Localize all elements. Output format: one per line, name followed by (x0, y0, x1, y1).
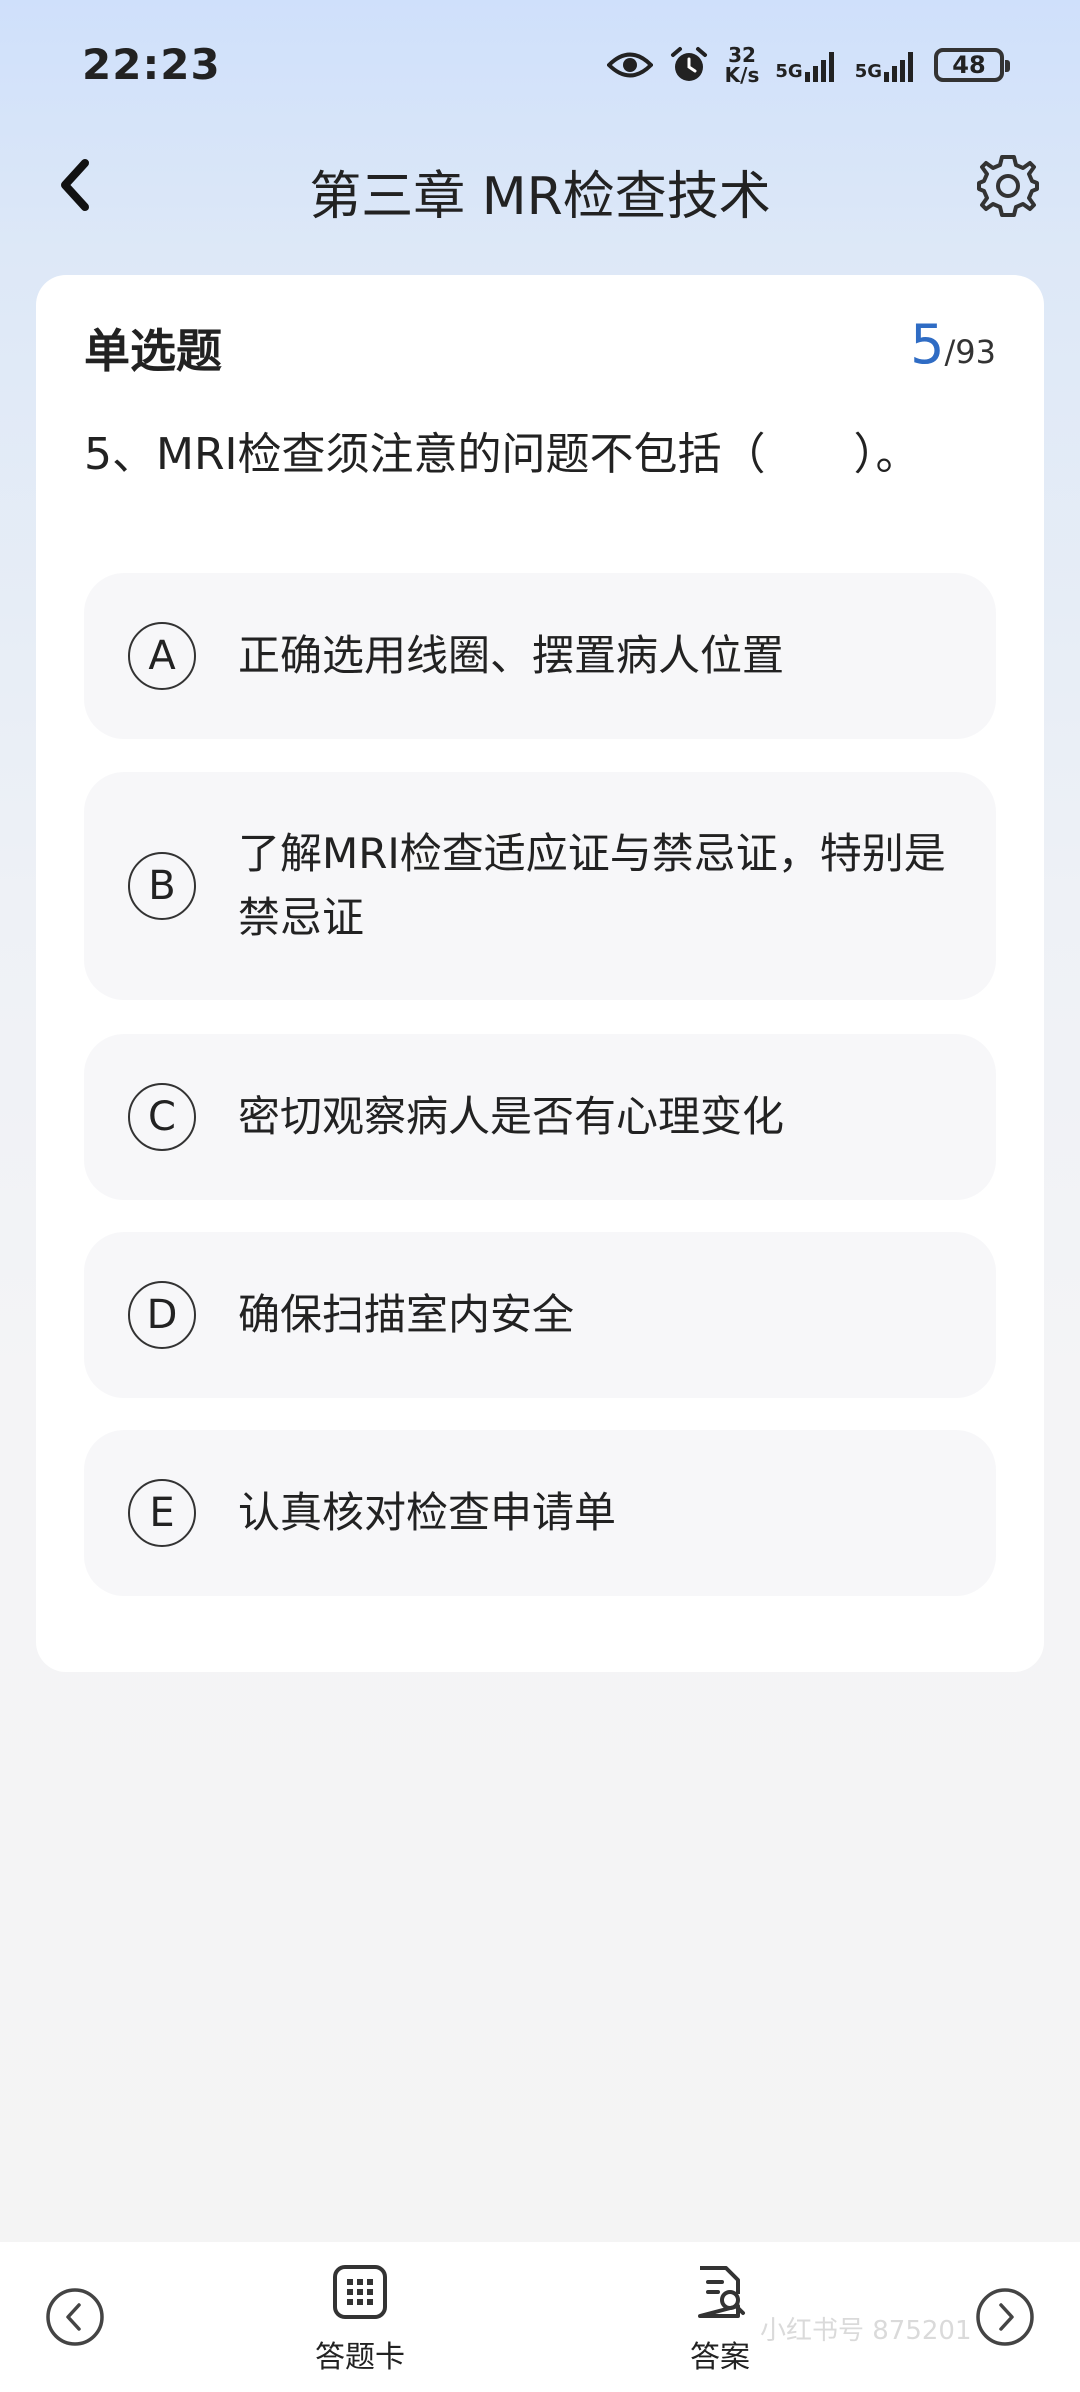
option-letter: E (128, 1479, 196, 1547)
option-text: 密切观察病人是否有心理变化 (238, 1092, 785, 1141)
net-speed: 32 K/s (725, 45, 760, 85)
document-search-icon (698, 2266, 745, 2318)
battery-icon: 48 (934, 48, 1010, 82)
option-a[interactable]: A 正确选用线圈、摆置病人位置 (84, 573, 996, 739)
option-letter: A (128, 622, 196, 690)
option-b[interactable]: B 了解MRI检查适应证与禁忌证，特别是禁忌证 (84, 772, 996, 1000)
option-letter: C (128, 1083, 196, 1151)
nav-bar: 第三章 MR检查技术 (0, 130, 1080, 240)
signal-label-2: 5G (854, 61, 882, 82)
previous-question-button[interactable] (40, 2282, 110, 2352)
page-title: 第三章 MR检查技术 (309, 167, 771, 227)
question-card: 单选题 5/93 5、MRI检查须注意的问题不包括（ ）。 A 正确选用线圈、摆… (36, 275, 1044, 1672)
answer-card-button[interactable]: 答题卡 (295, 2264, 425, 2376)
status-icons: 32 K/s 5G 5G 48 (606, 40, 1010, 90)
question-type: 单选题 (84, 324, 222, 378)
total-questions: /93 (944, 333, 997, 371)
option-text: 确保扫描室内安全 (238, 1290, 575, 1339)
question-progress: 5/93 (910, 313, 996, 376)
settings-button[interactable] (970, 148, 1046, 224)
option-text: 了解MRI检查适应证与禁忌证，特别是禁忌证 (238, 829, 946, 942)
alarm-icon (669, 45, 709, 85)
next-question-button[interactable] (970, 2282, 1040, 2352)
option-letter: B (128, 852, 196, 920)
signal-5g-icon-2: 5G (855, 48, 918, 82)
option-text: 正确选用线圈、摆置病人位置 (238, 631, 785, 680)
question-text: 5、MRI检查须注意的问题不包括（ ）。 (84, 429, 920, 480)
status-bar: 22:23 32 K/s 5G 5G 48 (0, 0, 1080, 130)
answer-card-label: 答题卡 (315, 2340, 405, 2375)
net-speed-unit: K/s (724, 63, 760, 87)
status-time: 22:23 (82, 40, 221, 89)
chevron-right-circle-icon (976, 2288, 1034, 2346)
option-c[interactable]: C 密切观察病人是否有心理变化 (84, 1034, 996, 1200)
battery-level: 48 (952, 51, 986, 79)
gear-icon (977, 155, 1039, 217)
watermark: 小红书号 875201 (760, 2316, 972, 2346)
signal-5g-icon-1: 5G (775, 48, 838, 82)
grid-icon (333, 2265, 387, 2319)
option-text: 认真核对检查申请单 (238, 1488, 617, 1537)
current-question-number: 5 (910, 313, 945, 376)
signal-label-1: 5G (775, 61, 803, 82)
eye-icon (606, 50, 653, 80)
option-letter: D (128, 1281, 196, 1349)
chevron-left-circle-icon (46, 2288, 104, 2346)
option-e[interactable]: E 认真核对检查申请单 (84, 1430, 996, 1596)
option-d[interactable]: D 确保扫描室内安全 (84, 1232, 996, 1398)
